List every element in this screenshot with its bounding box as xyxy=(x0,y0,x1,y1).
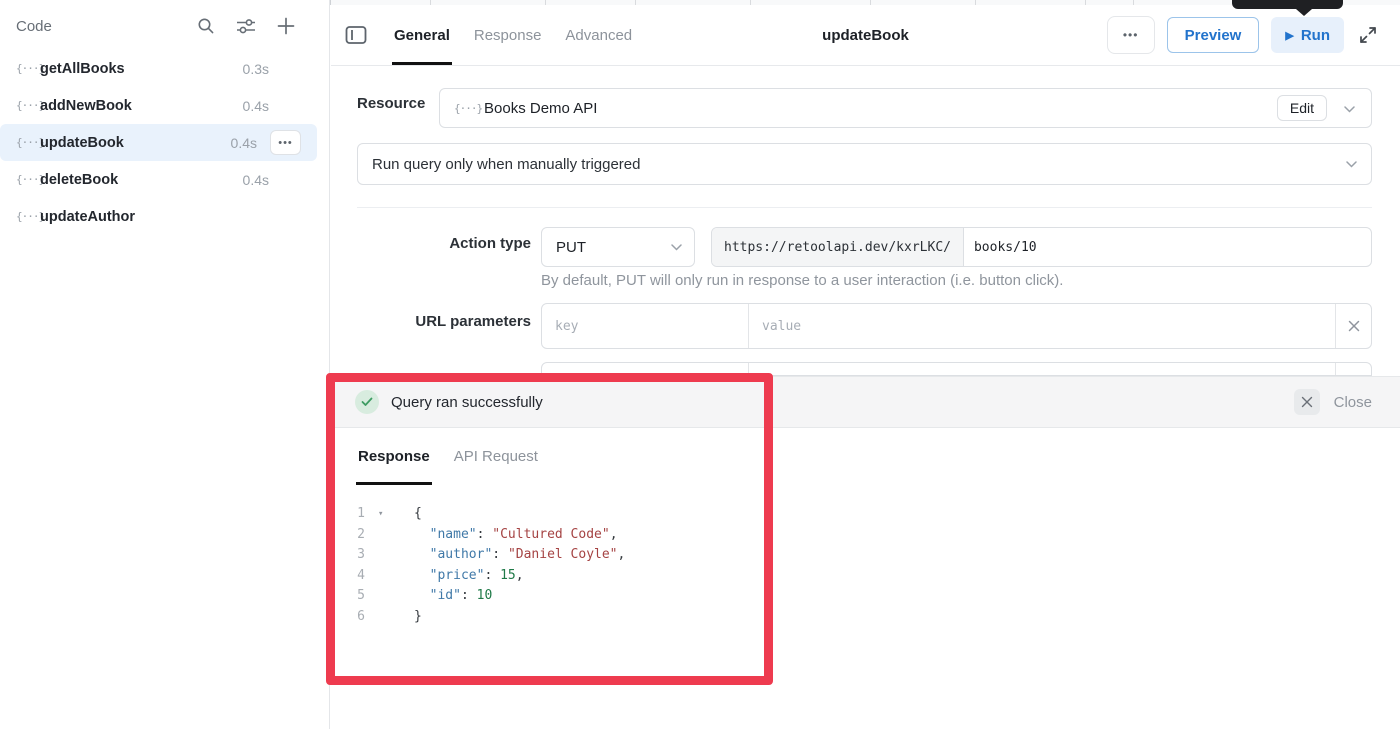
query-runtime: 0.4s xyxy=(243,98,269,114)
query-icon: {···} xyxy=(16,62,40,75)
action-type-select[interactable]: PUT xyxy=(541,227,695,267)
run-label: Run xyxy=(1301,27,1330,44)
tab-results-response[interactable]: Response xyxy=(356,428,432,485)
query-runtime: 0.3s xyxy=(243,61,269,77)
url-input-group: https://retoolapi.dev/kxrLKC/ books/10 xyxy=(711,227,1372,267)
code-line: 4 "price": 15, xyxy=(331,566,1400,587)
run-trigger-select[interactable]: Run query only when manually triggered xyxy=(357,143,1372,185)
query-item-updateauthor[interactable]: {···} updateAuthor xyxy=(0,198,317,235)
query-more-button[interactable]: ••• xyxy=(270,130,301,155)
query-label: updateBook xyxy=(40,135,124,151)
param-key-input[interactable] xyxy=(542,304,748,348)
code-line: 2 "name": "Cultured Code", xyxy=(331,525,1400,546)
edit-resource-button[interactable]: Edit xyxy=(1277,95,1327,121)
response-json-viewer[interactable]: 1▾{ 2 "name": "Cultured Code", 3 "author… xyxy=(331,504,1400,627)
success-check-icon xyxy=(355,390,379,414)
url-parameter-row-partial xyxy=(541,362,1372,376)
query-list: {···} getAllBooks 0.3s {···} addNewBook … xyxy=(0,50,329,235)
tab-label: API Request xyxy=(454,448,538,465)
chevron-down-icon[interactable] xyxy=(1344,106,1355,113)
x-icon xyxy=(1348,320,1360,332)
code-line: 3 "author": "Daniel Coyle", xyxy=(331,545,1400,566)
chevron-down-icon xyxy=(1346,161,1357,168)
url-parameters-label: URL parameters xyxy=(357,313,531,330)
panel-toggle-icon[interactable] xyxy=(344,23,368,47)
run-trigger-value: Run query only when manually triggered xyxy=(372,156,640,173)
query-runtime: 0.4s xyxy=(231,135,257,151)
tab-label: Response xyxy=(358,448,430,465)
query-icon: {···} xyxy=(16,210,40,223)
action-type-label: Action type xyxy=(357,235,531,252)
sidebar-title: Code xyxy=(16,18,176,35)
resource-icon: {···} xyxy=(454,102,478,115)
resource-value: Books Demo API xyxy=(484,100,597,117)
chevron-down-icon xyxy=(671,244,682,251)
code-line: 6} xyxy=(331,607,1400,628)
query-item-deletebook[interactable]: {···} deleteBook 0.4s xyxy=(0,161,317,198)
close-controls: Close xyxy=(1294,389,1372,415)
tab-results-api-request[interactable]: API Request xyxy=(452,428,540,485)
sidebar-header: Code xyxy=(0,5,329,47)
param-value-input[interactable] xyxy=(749,304,1335,348)
add-query-icon[interactable] xyxy=(276,16,296,36)
code-sidebar: Code {···} getAllBooks 0.3s {···} addNew… xyxy=(0,0,330,729)
param-key-cell xyxy=(542,304,749,348)
query-item-addnewbook[interactable]: {···} addNewBook 0.4s xyxy=(0,87,317,124)
tooltip-remnant xyxy=(1232,0,1343,9)
filter-sliders-icon[interactable] xyxy=(236,16,256,36)
search-icon[interactable] xyxy=(196,16,216,36)
query-icon: {···} xyxy=(16,99,40,112)
query-status-text: Query ran successfully xyxy=(391,394,543,411)
tab-label: General xyxy=(394,27,450,44)
editor-tabs: General Response Advanced xyxy=(392,5,634,65)
expand-icon[interactable] xyxy=(1356,23,1380,47)
code-line: 1▾{ xyxy=(331,504,1400,525)
resource-label: Resource xyxy=(357,95,425,112)
retool-query-editor: { "colors": { "accent_blue": "#2273cc", … xyxy=(0,0,1400,729)
section-divider xyxy=(357,207,1372,208)
close-button[interactable]: Close xyxy=(1334,394,1372,411)
query-editor-header: General Response Advanced updateBook •••… xyxy=(331,5,1400,66)
query-icon: {···} xyxy=(16,173,40,186)
preview-button[interactable]: Preview xyxy=(1167,17,1260,53)
url-base-prefix: https://retoolapi.dev/kxrLKC/ xyxy=(712,228,964,266)
tab-label: Advanced xyxy=(565,27,632,44)
query-form: Resource {···} Books Demo API Edit Run q… xyxy=(331,66,1400,376)
header-actions: ••• Preview ▶ Run xyxy=(1107,16,1380,54)
query-label: deleteBook xyxy=(40,172,118,188)
play-icon: ▶ xyxy=(1285,29,1293,42)
run-button[interactable]: ▶ Run xyxy=(1271,17,1344,53)
tab-label: Response xyxy=(474,27,542,44)
query-status-bar: Query ran successfully Close xyxy=(331,376,1400,428)
query-item-getallbooks[interactable]: {···} getAllBooks 0.3s xyxy=(0,50,317,87)
query-label: addNewBook xyxy=(40,98,132,114)
query-label: getAllBooks xyxy=(40,61,125,77)
active-tab-underline xyxy=(356,482,432,485)
query-results-panel: Query ran successfully Close Response AP… xyxy=(331,376,1400,729)
tab-advanced[interactable]: Advanced xyxy=(563,5,634,65)
active-tab-underline xyxy=(392,62,452,65)
tooltip-caret-icon xyxy=(1296,9,1312,16)
query-item-updatebook[interactable]: {···} updateBook 0.4s ••• xyxy=(0,124,317,161)
remove-param-button[interactable] xyxy=(1335,304,1371,348)
action-type-value: PUT xyxy=(556,239,586,256)
resource-select[interactable]: {···} Books Demo API Edit xyxy=(439,88,1372,128)
more-options-button[interactable]: ••• xyxy=(1107,16,1155,54)
tab-general[interactable]: General xyxy=(392,5,452,65)
url-parameter-row xyxy=(541,303,1372,349)
code-line: 5 "id": 10 xyxy=(331,586,1400,607)
query-icon: {···} xyxy=(16,136,40,149)
query-runtime: 0.4s xyxy=(243,172,269,188)
close-icon[interactable] xyxy=(1294,389,1320,415)
action-help-text: By default, PUT will only run in respons… xyxy=(541,272,1063,289)
fold-toggle-icon[interactable]: ▾ xyxy=(365,504,414,525)
url-path-input[interactable]: books/10 xyxy=(964,228,1371,266)
tab-response[interactable]: Response xyxy=(472,5,544,65)
param-value-cell xyxy=(749,304,1335,348)
results-tabs: Response API Request xyxy=(356,428,540,485)
query-label: updateAuthor xyxy=(40,209,135,225)
